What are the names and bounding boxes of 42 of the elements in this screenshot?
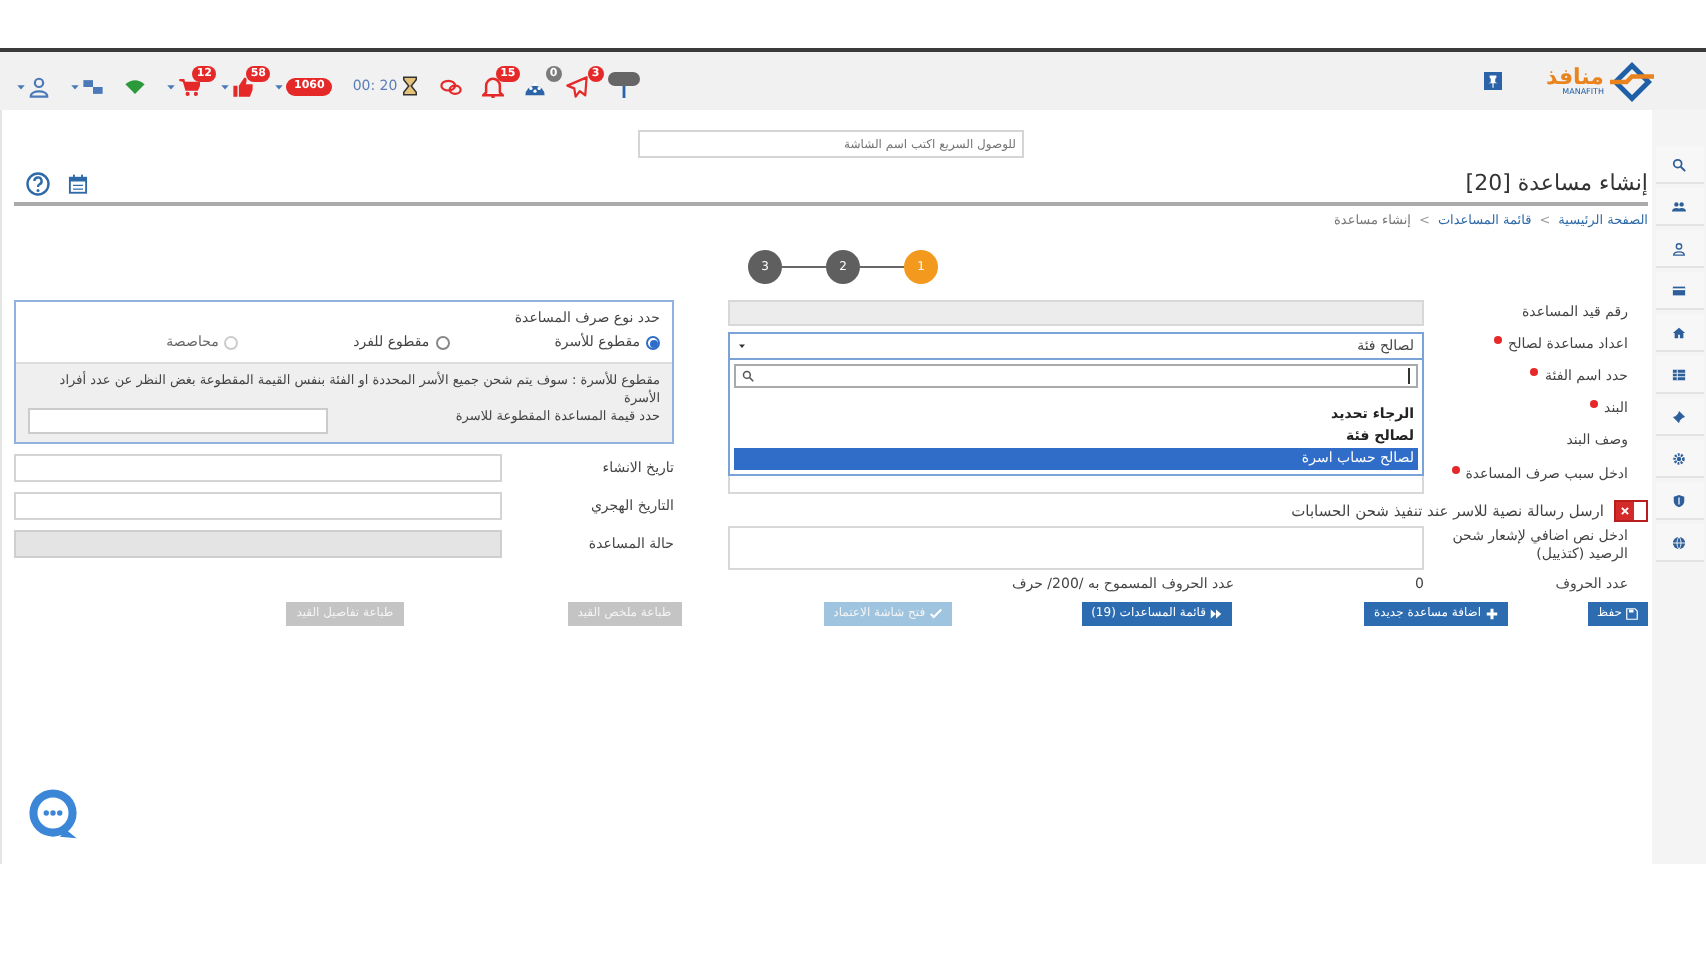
calendar-icon[interactable] xyxy=(68,174,88,194)
help-icon[interactable] xyxy=(26,172,50,196)
settings-icon xyxy=(1672,451,1686,465)
user-icon xyxy=(1672,241,1686,255)
network-icon[interactable] xyxy=(82,75,104,97)
caret-icon[interactable] xyxy=(70,81,80,91)
search-icon xyxy=(742,369,754,382)
toggle-switch[interactable] xyxy=(1614,499,1648,522)
bell-icon[interactable] xyxy=(481,75,504,97)
search-icon xyxy=(1672,157,1686,171)
close-icon xyxy=(1620,505,1630,516)
search-field[interactable] xyxy=(734,363,1418,388)
globe-icon xyxy=(1672,535,1686,549)
forward-icon xyxy=(1209,607,1222,619)
users-icon xyxy=(1672,199,1686,213)
logo-icon[interactable] xyxy=(1610,59,1654,103)
chat-icon[interactable] xyxy=(439,75,462,97)
hourglass-icon xyxy=(399,76,420,96)
chat-bubble-icon[interactable] xyxy=(26,786,80,840)
user-icon[interactable] xyxy=(28,75,50,97)
save-icon xyxy=(1626,607,1638,619)
wifi-icon[interactable] xyxy=(124,75,146,97)
input-field[interactable] xyxy=(14,453,503,482)
shield-icon xyxy=(1672,493,1686,507)
radio-button[interactable] xyxy=(435,336,450,350)
input-field[interactable] xyxy=(28,407,328,434)
caret-icon[interactable] xyxy=(220,81,230,91)
caret-icon[interactable] xyxy=(166,81,176,91)
cart-icon[interactable] xyxy=(178,75,200,97)
plus-icon xyxy=(1485,607,1498,619)
home-icon xyxy=(1672,325,1686,339)
card-icon xyxy=(1672,283,1686,297)
check-icon xyxy=(929,607,942,619)
logo-text: منافذ xyxy=(1546,66,1604,88)
input-field[interactable] xyxy=(14,491,503,520)
page-title: إنشاء مساعدة [20] xyxy=(1465,167,1648,200)
paper-plane-icon[interactable] xyxy=(565,75,588,97)
radio-button[interactable] xyxy=(646,336,660,350)
table-icon xyxy=(1672,367,1686,381)
thumbs-up-icon[interactable] xyxy=(232,75,254,97)
caret-icon[interactable] xyxy=(274,81,284,91)
caret-icon[interactable] xyxy=(16,81,26,91)
